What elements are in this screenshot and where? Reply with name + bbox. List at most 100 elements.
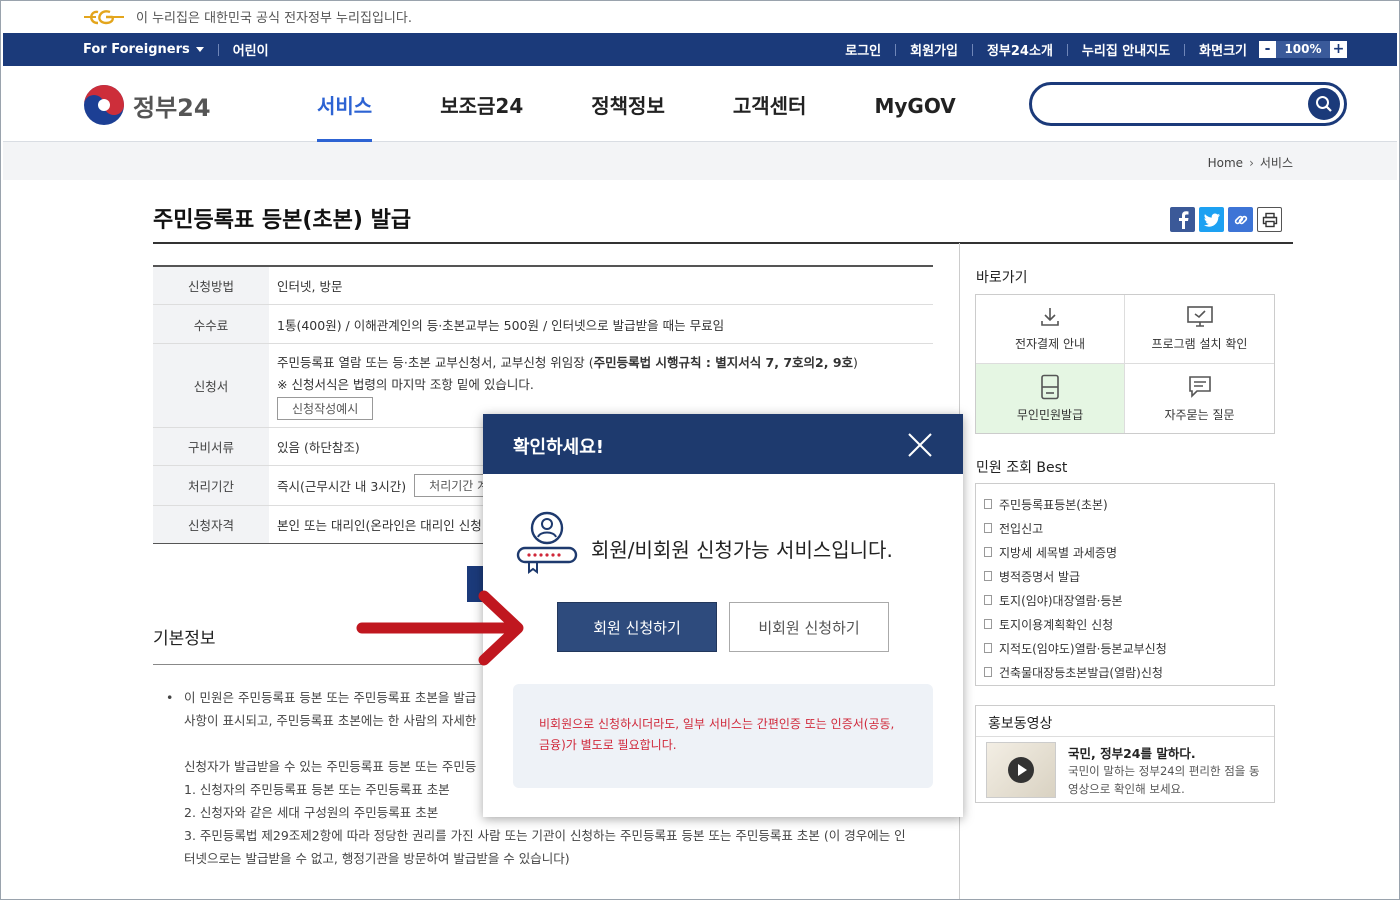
site-header: 정부24 서비스 보조금24 정책정보 고객센터 MyGOV xyxy=(3,66,1397,143)
best-item-label: 토지이용계획확인 신청 xyxy=(999,617,1114,632)
list-item[interactable]: 지방세 세목별 과세증명 xyxy=(984,540,1274,564)
search-icon xyxy=(1316,96,1332,112)
row-label: 신청서 xyxy=(153,344,269,427)
row-value: 1통(400원) / 이해관계인의 등·초본교부는 500원 / 인터넷으로 발… xyxy=(277,317,725,333)
zoom-in-button[interactable]: + xyxy=(1330,41,1347,58)
facebook-icon xyxy=(1178,210,1188,229)
row-label: 신청방법 xyxy=(153,267,269,304)
document-icon xyxy=(984,643,992,653)
document-icon xyxy=(984,499,992,509)
download-icon xyxy=(1041,308,1059,327)
link-icon xyxy=(1234,215,1247,224)
best-list: 주민등록표등본(초본) 전입신고 지방세 세목별 과세증명 병적증명서 발급 토… xyxy=(975,483,1275,686)
nav-subsidy24[interactable]: 보조금24 xyxy=(440,66,523,142)
document-icon xyxy=(984,619,992,629)
member-apply-button[interactable]: 회원 신청하기 xyxy=(557,602,717,652)
breadcrumb-home[interactable]: Home xyxy=(1208,156,1243,170)
list-item[interactable]: 주민등록표등본(초본) xyxy=(984,492,1274,516)
kiosk-icon xyxy=(1041,374,1059,400)
about-link[interactable]: 정부24소개 xyxy=(987,40,1053,59)
list-item[interactable]: 전입신고 xyxy=(984,516,1274,540)
main-nav: 서비스 보조금24 정책정보 고객센터 MyGOV xyxy=(317,66,956,143)
shortcut-program-check[interactable]: 프로그램 설치 확인 xyxy=(1125,295,1274,364)
video-thumbnail[interactable] xyxy=(986,742,1056,798)
logo-text: 정부24 xyxy=(133,93,211,122)
breadcrumb-band: Home › 서비스 xyxy=(3,142,1397,180)
nav-policy-info[interactable]: 정책정보 xyxy=(591,66,665,142)
breadcrumb: Home › 서비스 xyxy=(1208,154,1293,171)
guest-apply-button[interactable]: 비회원 신청하기 xyxy=(729,602,889,652)
for-foreigners-label: For Foreigners xyxy=(83,42,190,57)
list-item[interactable]: 지적도(임야도)열람·등본교부신청 xyxy=(984,636,1274,660)
document-icon xyxy=(984,595,992,605)
divider xyxy=(976,736,1274,737)
divider xyxy=(1184,43,1186,56)
twitter-icon xyxy=(1203,213,1220,227)
modal-notice: 비회원으로 신청하시더라도, 일부 서비스는 간편인증 또는 인증서(공동, 금… xyxy=(513,684,933,788)
divider xyxy=(895,43,897,56)
row-label: 신청자격 xyxy=(153,506,269,543)
best-item-label: 지방세 세목별 과세증명 xyxy=(999,545,1118,560)
utility-bar: For Foreigners 어린이 로그인 회원가입 정부24소개 누리집 안… xyxy=(3,33,1397,66)
shortcut-label: 자주묻는 질문 xyxy=(1164,407,1235,422)
search-input[interactable] xyxy=(1029,82,1347,126)
facebook-share-button[interactable] xyxy=(1170,207,1195,232)
confirm-modal: 확인하세요! 회원/비회원 신청가능 서비스입니다. 회원 신청하기 비회원 신… xyxy=(483,414,963,817)
list-item[interactable]: 토지이용계획확인 신청 xyxy=(984,612,1274,636)
list-item[interactable]: 건축물대장등초본발급(열람)신청 xyxy=(984,660,1274,684)
list-item[interactable]: 병적증명서 발급 xyxy=(984,564,1274,588)
form-law-ref: 주민등록법 시행규칙 : 별지서식 7, 7호의2, 9호 xyxy=(593,354,854,370)
modal-title: 확인하세요! xyxy=(513,437,605,458)
print-icon xyxy=(1262,212,1277,227)
copy-link-button[interactable] xyxy=(1228,207,1253,232)
breadcrumb-current[interactable]: 서비스 xyxy=(1260,154,1293,171)
promo-title: 홍보동영상 xyxy=(988,716,1053,732)
title-divider xyxy=(153,242,1293,244)
period-text: 즉시(근무시간 내 3시간) xyxy=(277,479,407,494)
shortcut-faq[interactable]: 자주묻는 질문 xyxy=(1125,364,1274,434)
shortcut-title: 바로가기 xyxy=(976,270,1028,286)
screen-size-label: 화면크기 xyxy=(1199,44,1247,59)
divider xyxy=(1066,43,1068,56)
login-link[interactable]: 로그인 xyxy=(845,40,881,59)
sitemap-link[interactable]: 누리집 안내지도 xyxy=(1082,40,1170,59)
member-auth-icon xyxy=(516,511,578,574)
document-icon xyxy=(984,523,992,533)
egov-logo-icon xyxy=(84,9,124,24)
nav-services[interactable]: 서비스 xyxy=(317,66,373,143)
row-value: 인터넷, 방문 xyxy=(277,279,343,294)
signup-link[interactable]: 회원가입 xyxy=(910,40,958,59)
for-foreigners-menu[interactable]: For Foreigners xyxy=(83,42,204,57)
print-button[interactable] xyxy=(1257,207,1282,232)
chat-icon xyxy=(1188,375,1211,398)
table-row: 수수료 1통(400원) / 이해관계인의 등·초본교부는 500원 / 인터넷… xyxy=(153,305,933,344)
site-logo[interactable]: 정부24 xyxy=(83,84,211,126)
twitter-share-button[interactable] xyxy=(1199,207,1224,232)
chevron-right-icon: › xyxy=(1249,155,1254,170)
taegeuk-logo-icon xyxy=(84,85,124,125)
promo-headline[interactable]: 국민, 정부24를 말하다. xyxy=(1068,743,1196,762)
shortcut-label: 무인민원발급 xyxy=(1016,407,1084,422)
zoom-out-button[interactable]: - xyxy=(1259,41,1276,58)
row-label: 수수료 xyxy=(153,305,269,343)
form-example-button[interactable]: 신청작성예시 xyxy=(277,396,374,420)
best-item-label: 건축물대장등초본발급(열람)신청 xyxy=(999,665,1163,680)
basic-info-title: 기본정보 xyxy=(153,629,216,649)
promo-video-box: 홍보동영상 국민, 정부24를 말하다. 국민이 말하는 정부24의 편리한 점… xyxy=(975,705,1275,803)
share-buttons xyxy=(1170,207,1282,232)
close-icon[interactable] xyxy=(907,432,933,458)
best-item-label: 토지(임야)대장열람·등본 xyxy=(999,593,1123,608)
kids-link[interactable]: 어린이 xyxy=(233,40,269,59)
nav-mygov[interactable]: MyGOV xyxy=(874,66,955,142)
caret-down-icon xyxy=(195,47,204,52)
gov-official-banner: 이 누리집은 대한민국 공식 전자정부 누리집입니다. xyxy=(0,0,1400,33)
shortcut-payment-guide[interactable]: 전자결제 안내 xyxy=(976,295,1125,364)
shortcut-kiosk[interactable]: 무인민원발급 xyxy=(976,363,1125,433)
list-item[interactable]: 토지(임야)대장열람·등본 xyxy=(984,588,1274,612)
search-button[interactable] xyxy=(1308,88,1340,120)
divider xyxy=(217,43,219,56)
bullet-dot: • xyxy=(166,690,174,705)
nav-customer-center[interactable]: 고객센터 xyxy=(733,66,807,142)
gov-banner-text: 이 누리집은 대한민국 공식 전자정부 누리집입니다. xyxy=(136,11,412,26)
shortcut-label: 전자결제 안내 xyxy=(1014,337,1086,352)
